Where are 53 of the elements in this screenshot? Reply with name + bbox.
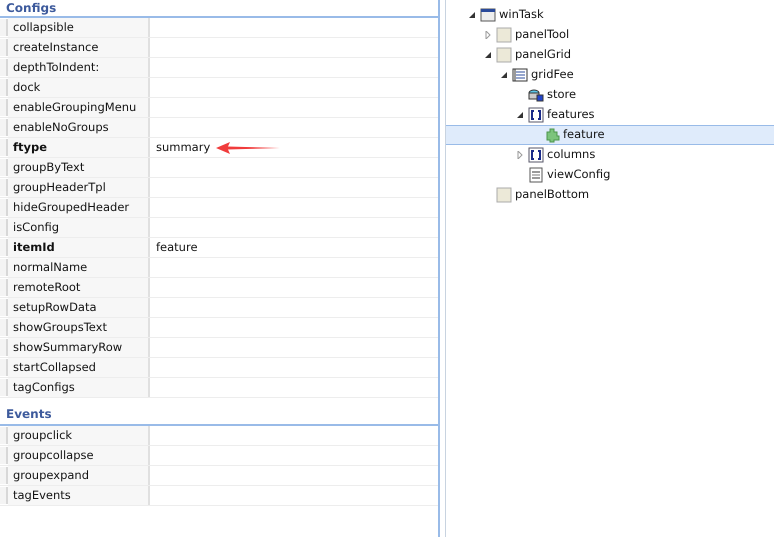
property-name[interactable]: hideGroupedHeader bbox=[8, 198, 150, 217]
property-name[interactable]: itemId bbox=[8, 238, 150, 257]
section-title: Events bbox=[6, 407, 52, 421]
property-name[interactable]: groupcollapse bbox=[8, 446, 150, 465]
tree-item[interactable]: columns bbox=[446, 145, 774, 165]
panel-icon bbox=[496, 187, 512, 203]
property-name[interactable]: tagConfigs bbox=[8, 378, 150, 397]
property-name[interactable]: enableNoGroups bbox=[8, 118, 150, 137]
panel-icon bbox=[496, 27, 512, 43]
tree-item[interactable]: panelGrid bbox=[446, 45, 774, 65]
property-name[interactable]: setupRowData bbox=[8, 298, 150, 317]
brackets-icon bbox=[528, 147, 544, 163]
tree-item[interactable]: panelBottom bbox=[446, 185, 774, 205]
document-icon bbox=[528, 167, 544, 183]
section-title: Configs bbox=[6, 1, 56, 15]
collapse-icon[interactable] bbox=[516, 111, 524, 119]
property-name[interactable]: ftype bbox=[8, 138, 150, 157]
property-name[interactable]: isConfig bbox=[8, 218, 150, 237]
tree-item[interactable]: store bbox=[446, 85, 774, 105]
database-icon bbox=[528, 87, 544, 103]
property-value[interactable]: summary bbox=[156, 138, 210, 157]
expand-icon[interactable] bbox=[516, 151, 524, 159]
tree-item[interactable]: viewConfig bbox=[446, 165, 774, 185]
property-name[interactable]: startCollapsed bbox=[8, 358, 150, 377]
property-name[interactable]: showSummaryRow bbox=[8, 338, 150, 357]
brackets-icon bbox=[528, 107, 544, 123]
collapse-icon[interactable] bbox=[484, 51, 492, 59]
property-name[interactable]: groupByText bbox=[8, 158, 150, 177]
property-name[interactable]: dock bbox=[8, 78, 150, 97]
tree-item[interactable]: feature bbox=[446, 125, 774, 145]
tree-item[interactable]: features bbox=[446, 105, 774, 125]
property-name[interactable]: createInstance bbox=[8, 38, 150, 57]
property-name[interactable]: enableGroupingMenu bbox=[8, 98, 150, 117]
property-name[interactable]: groupHeaderTpl bbox=[8, 178, 150, 197]
expand-icon[interactable] bbox=[484, 31, 492, 39]
tree-item[interactable]: panelTool bbox=[446, 25, 774, 45]
panel-icon bbox=[496, 47, 512, 63]
window-icon bbox=[480, 7, 496, 23]
property-name[interactable]: normalName bbox=[8, 258, 150, 277]
collapse-icon[interactable] bbox=[500, 71, 508, 79]
tree-item[interactable]: gridFee bbox=[446, 65, 774, 85]
tree-item[interactable]: winTask bbox=[446, 5, 774, 25]
puzzle-icon bbox=[544, 127, 560, 143]
property-name[interactable]: collapsible bbox=[8, 18, 150, 37]
grid-icon bbox=[512, 67, 528, 83]
property-value[interactable]: feature bbox=[156, 238, 198, 257]
collapse-icon[interactable] bbox=[468, 11, 476, 19]
property-name[interactable]: groupexpand bbox=[8, 466, 150, 485]
property-name[interactable]: groupclick bbox=[8, 426, 150, 445]
property-name[interactable]: showGroupsText bbox=[8, 318, 150, 337]
property-name[interactable]: depthToIndent: bbox=[8, 58, 150, 77]
property-name[interactable]: remoteRoot bbox=[8, 278, 150, 297]
property-name[interactable]: tagEvents bbox=[8, 486, 150, 505]
